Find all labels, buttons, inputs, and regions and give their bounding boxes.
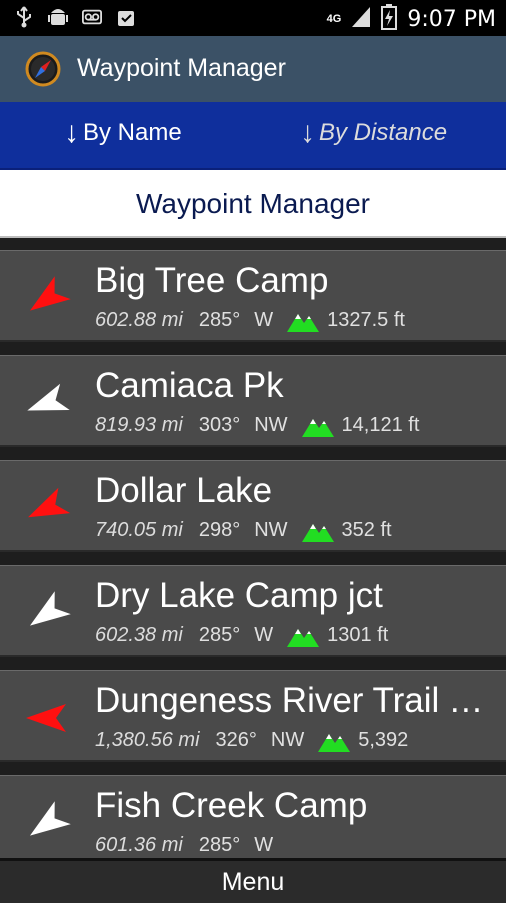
waypoint-bearing: 285° (198, 309, 241, 331)
waypoint-direction: W (254, 834, 274, 856)
status-bar: 4G 9:07 PM (0, 0, 506, 36)
waypoint-row[interactable]: Dungeness River Trail T… 1,380.56 mi 326… (0, 670, 506, 762)
usb-icon (14, 6, 34, 28)
waypoint-bearing: 303° (198, 414, 241, 436)
waypoint-details: 602.88 mi 285° W 1327.5 ft (95, 309, 405, 332)
waypoint-elevation: 5,392 (358, 729, 409, 751)
waypoint-distance: 740.05 mi (95, 519, 183, 541)
waypoint-bearing: 285° (198, 624, 241, 646)
direction-arrow-icon (29, 591, 71, 626)
waypoint-distance: 1,380.56 mi (95, 729, 200, 751)
mountain-icon (287, 313, 320, 332)
waypoint-bearing: 285° (198, 834, 241, 856)
menu-button[interactable]: Menu (0, 868, 506, 897)
waypoint-name: Dungeness River Trail T… (95, 681, 501, 720)
compass-icon[interactable] (24, 50, 62, 88)
waypoint-row[interactable]: Camiaca Pk 819.93 mi 303° NW 14,121 ft (0, 355, 506, 447)
waypoint-distance: 602.38 mi (95, 624, 183, 646)
mountain-icon (287, 628, 320, 647)
clock: 9:07 PM (407, 7, 496, 32)
waypoint-bearing: 298° (198, 519, 241, 541)
waypoint-row[interactable]: Fish Creek Camp 601.36 mi 285° W (0, 775, 506, 858)
sort-bar: ↓ By Name ↓ By Distance (0, 102, 506, 170)
mountain-icon (318, 733, 351, 752)
waypoint-elevation: 14,121 ft (341, 414, 420, 436)
waypoint-details: 601.36 mi 285° W (95, 834, 273, 857)
list-header-title: Waypoint Manager (136, 188, 370, 219)
action-bar: Waypoint Manager (0, 36, 506, 102)
waypoint-row[interactable]: Big Tree Camp 602.88 mi 285° W 1327.5 ft (0, 250, 506, 342)
sort-arrow-icon: ↓ (64, 116, 79, 149)
list-header: Waypoint Manager (0, 170, 506, 238)
clipboard-check-icon (116, 6, 136, 28)
waypoint-elevation: 352 ft (341, 519, 392, 541)
app-title: Waypoint Manager (77, 54, 286, 82)
waypoint-list[interactable]: Big Tree Camp 602.88 mi 285° W 1327.5 ft… (0, 238, 506, 858)
network-type: 4G (326, 13, 342, 25)
waypoint-name: Big Tree Camp (95, 261, 329, 300)
waypoint-distance: 602.88 mi (95, 309, 183, 331)
battery-charging-icon (381, 4, 398, 35)
waypoint-details: 1,380.56 mi 326° NW 5,392 (95, 729, 408, 752)
notification-icons (14, 6, 136, 28)
waypoint-row[interactable]: Dollar Lake 740.05 mi 298° NW 352 ft (0, 460, 506, 552)
waypoint-details: 819.93 mi 303° NW 14,121 ft (95, 414, 419, 437)
waypoint-direction: W (254, 624, 274, 646)
waypoint-name: Dollar Lake (95, 471, 273, 510)
system-icons: 4G 9:07 PM (327, 4, 496, 35)
menu-bar: Menu (0, 858, 506, 903)
direction-arrow-icon (29, 276, 71, 311)
waypoint-direction: NW (254, 414, 288, 436)
waypoint-name: Dry Lake Camp jct (95, 576, 383, 615)
waypoint-distance: 601.36 mi (95, 834, 183, 856)
sort-by-distance-label: By Distance (319, 119, 448, 146)
waypoint-distance: 819.93 mi (95, 414, 183, 436)
direction-arrow-icon (28, 487, 71, 518)
waypoint-details: 740.05 mi 298° NW 352 ft (95, 519, 392, 542)
waypoint-elevation: 1327.5 ft (327, 309, 405, 331)
android-debug-icon (48, 6, 68, 28)
signal-icon (351, 5, 371, 34)
sort-arrow-icon: ↓ (300, 116, 315, 149)
waypoint-bearing: 326° (215, 729, 257, 751)
voicemail-icon (82, 6, 102, 28)
waypoint-row[interactable]: Dry Lake Camp jct 602.38 mi 285° W 1301 … (0, 565, 506, 657)
waypoint-name: Fish Creek Camp (95, 786, 368, 825)
sort-by-name-label: By Name (83, 119, 182, 146)
mountain-icon (301, 418, 334, 437)
sort-by-distance-button[interactable]: ↓ By Distance (300, 118, 447, 148)
direction-arrow-icon (26, 704, 66, 732)
waypoint-direction: W (254, 309, 274, 331)
waypoint-direction: NW (254, 519, 288, 541)
waypoint-direction: NW (270, 729, 305, 751)
waypoint-name: Camiaca Pk (95, 366, 284, 405)
direction-arrow-icon (29, 801, 71, 836)
waypoint-details: 602.38 mi 285° W 1301 ft (95, 624, 388, 647)
sort-by-name-button[interactable]: ↓ By Name (64, 118, 182, 148)
waypoint-elevation: 1301 ft (327, 624, 389, 646)
direction-arrow-icon (27, 383, 70, 411)
mountain-icon (301, 523, 334, 542)
